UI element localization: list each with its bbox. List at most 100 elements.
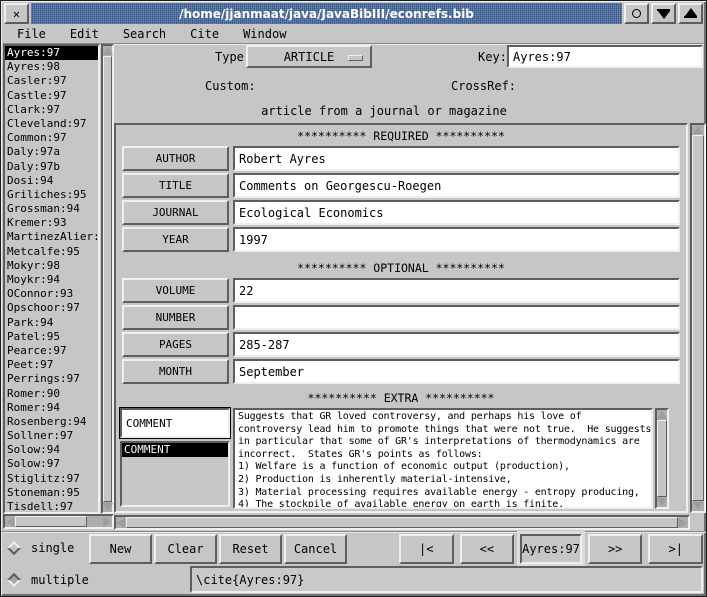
- scroll-down-icon[interactable]: [657, 498, 667, 506]
- number-input[interactable]: [235, 307, 678, 328]
- maximize-button[interactable]: [678, 3, 703, 24]
- volume-input[interactable]: [235, 280, 678, 301]
- bib-key-item[interactable]: Clark:97: [5, 103, 98, 117]
- first-record-button[interactable]: |<: [399, 534, 454, 564]
- scroll-up-icon[interactable]: [657, 411, 667, 419]
- journal-field-button[interactable]: JOURNAL: [122, 200, 229, 225]
- reset-button[interactable]: Reset: [219, 534, 282, 564]
- bib-key-item[interactable]: Moykr:94: [5, 273, 98, 287]
- year-field-button[interactable]: YEAR: [122, 227, 229, 252]
- lower-window-button[interactable]: [651, 3, 676, 24]
- window-title[interactable]: /home/jjanmaat/java/JavaBibIII/econrefs.…: [31, 3, 622, 24]
- extra-field-name-input[interactable]: [122, 410, 228, 436]
- journal-input[interactable]: [235, 202, 678, 223]
- cite-input[interactable]: [192, 568, 701, 591]
- scroll-right-icon[interactable]: [103, 517, 111, 527]
- month-input[interactable]: [235, 361, 678, 382]
- scroll-left-icon[interactable]: [117, 518, 125, 528]
- comment-textarea[interactable]: Suggests that GR loved controversy, and …: [233, 408, 653, 509]
- bib-key-item[interactable]: Pearce:97: [5, 344, 98, 358]
- bib-key-list[interactable]: Ayres:97Ayres:98Casler:97Castle:97Clark:…: [3, 44, 100, 514]
- scroll-left-icon[interactable]: [6, 517, 14, 527]
- bib-key-item[interactable]: Casler:97: [5, 74, 98, 88]
- scrollbar-thumb[interactable]: [692, 135, 704, 501]
- bib-key-item[interactable]: Ayres:98: [5, 60, 98, 74]
- main-hscrollbar[interactable]: [114, 515, 690, 530]
- pages-input[interactable]: [235, 334, 678, 355]
- year-input[interactable]: [235, 229, 678, 250]
- key-input[interactable]: [509, 47, 701, 66]
- menu-file[interactable]: File: [17, 27, 46, 41]
- menu-edit[interactable]: Edit: [70, 27, 99, 41]
- bib-key-item[interactable]: Sollner:97: [5, 429, 98, 443]
- scrollbar-thumb[interactable]: [103, 56, 112, 502]
- bib-key-item[interactable]: Mokyr:98: [5, 259, 98, 273]
- bib-key-item[interactable]: Dosi:94: [5, 174, 98, 188]
- pages-field-button[interactable]: PAGES: [122, 332, 229, 357]
- author-input[interactable]: [235, 148, 678, 169]
- bib-key-item[interactable]: Tisdell:97: [5, 500, 98, 514]
- sidebar-hscrollbar[interactable]: [3, 514, 114, 529]
- sidebar-vscrollbar[interactable]: [101, 44, 114, 514]
- bib-key-item[interactable]: Stoneman:95: [5, 486, 98, 500]
- scrollbar-thumb[interactable]: [126, 517, 678, 528]
- bib-key-item[interactable]: Solow:97: [5, 457, 98, 471]
- volume-field-button[interactable]: VOLUME: [122, 278, 229, 303]
- author-field-button[interactable]: AUTHOR: [122, 146, 229, 171]
- bib-key-item[interactable]: Ayres:97: [5, 46, 98, 60]
- bib-key-item[interactable]: Park:94: [5, 316, 98, 330]
- new-button[interactable]: New: [89, 534, 152, 564]
- main-vscrollbar[interactable]: [690, 123, 706, 513]
- radio-diamond-icon: [7, 541, 21, 555]
- close-button[interactable]: ✕: [4, 3, 29, 24]
- type-dropdown[interactable]: ARTICLE: [246, 45, 372, 68]
- prev-record-button[interactable]: <<: [460, 534, 515, 564]
- bib-key-item[interactable]: MartinezAlier:9: [5, 230, 98, 244]
- menu-search[interactable]: Search: [123, 27, 166, 41]
- menu-window[interactable]: Window: [243, 27, 286, 41]
- bib-key-item[interactable]: Daly:97a: [5, 145, 98, 159]
- title-input[interactable]: [235, 175, 678, 196]
- bib-key-item[interactable]: Common:97: [5, 131, 98, 145]
- comment-vscrollbar[interactable]: [655, 408, 669, 509]
- bib-key-item[interactable]: Rosenberg:94: [5, 415, 98, 429]
- month-field-button[interactable]: MONTH: [122, 359, 229, 384]
- scroll-down-icon[interactable]: [103, 503, 113, 511]
- current-record-field[interactable]: Ayres:97: [520, 534, 582, 564]
- bib-key-item[interactable]: Metcalfe:95: [5, 245, 98, 259]
- bib-key-item[interactable]: Cleveland:97: [5, 117, 98, 131]
- scroll-down-icon[interactable]: [693, 502, 703, 510]
- scroll-right-icon[interactable]: [679, 518, 687, 528]
- next-record-button[interactable]: >>: [588, 534, 643, 564]
- last-record-button[interactable]: >|: [648, 534, 703, 564]
- extra-field-list-item[interactable]: COMMENT: [122, 443, 228, 457]
- bib-key-item[interactable]: Stiglitz:97: [5, 472, 98, 486]
- bib-key-item[interactable]: Patel:95: [5, 330, 98, 344]
- scroll-up-icon[interactable]: [103, 47, 113, 55]
- scrollbar-thumb[interactable]: [657, 420, 667, 497]
- bib-key-item[interactable]: Castle:97: [5, 89, 98, 103]
- number-field-button[interactable]: NUMBER: [122, 305, 229, 330]
- bib-key-item[interactable]: Peet:97: [5, 358, 98, 372]
- bib-key-item[interactable]: Daly:97b: [5, 160, 98, 174]
- circle-icon: [632, 9, 641, 18]
- scrollbar-thumb[interactable]: [15, 516, 87, 527]
- scroll-up-icon[interactable]: [693, 126, 703, 134]
- single-mode-radio[interactable]: single: [9, 541, 74, 555]
- bib-key-item[interactable]: Romer:94: [5, 401, 98, 415]
- iconify-button[interactable]: [624, 3, 649, 24]
- bib-key-item[interactable]: Kremer:93: [5, 216, 98, 230]
- title-field-button[interactable]: TITLE: [122, 173, 229, 198]
- multiple-mode-radio[interactable]: multiple: [9, 573, 89, 587]
- bib-key-item[interactable]: Solow:94: [5, 443, 98, 457]
- bib-key-item[interactable]: OConnor:93: [5, 287, 98, 301]
- bib-key-item[interactable]: Romer:90: [5, 387, 98, 401]
- extra-field-list[interactable]: COMMENT: [120, 441, 230, 507]
- menu-cite[interactable]: Cite: [190, 27, 219, 41]
- cancel-button[interactable]: Cancel: [284, 534, 347, 564]
- clear-button[interactable]: Clear: [154, 534, 217, 564]
- bib-key-item[interactable]: Grossman:94: [5, 202, 98, 216]
- bib-key-item[interactable]: Perrings:97: [5, 372, 98, 386]
- bib-key-item[interactable]: Griliches:95: [5, 188, 98, 202]
- bib-key-item[interactable]: Opschoor:97: [5, 301, 98, 315]
